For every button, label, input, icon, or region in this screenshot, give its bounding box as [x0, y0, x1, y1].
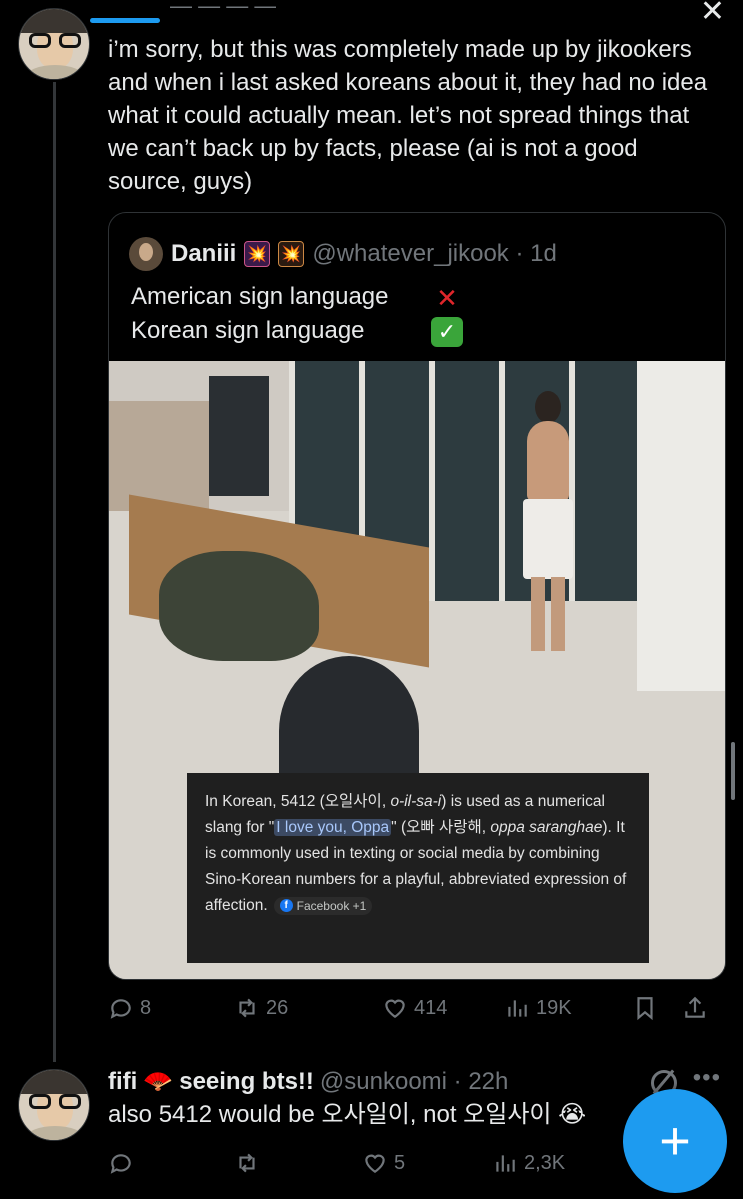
views-button[interactable]: 19K: [504, 995, 632, 1021]
quoted-tweet-card[interactable]: Daniii 💥 💥 @whatever_jikook · 1d America…: [108, 212, 726, 980]
close-icon[interactable]: ✕: [700, 0, 725, 29]
reply-button[interactable]: 8: [108, 995, 234, 1021]
share-button[interactable]: [682, 995, 722, 1021]
quoted-text-line-1: American sign language: [131, 283, 389, 310]
previous-tweet-header-partial: — — — —: [170, 0, 277, 18]
like-button[interactable]: 5: [362, 1150, 492, 1176]
author-name[interactable]: fifi: [108, 1068, 137, 1096]
share-icon: [685, 996, 705, 1018]
cross-mark-icon: ✕: [436, 282, 458, 313]
more-options-icon[interactable]: •••: [693, 1064, 721, 1092]
compose-button[interactable]: +: [623, 1089, 727, 1193]
quoted-text-line-2: Korean sign language: [131, 317, 365, 344]
reply-icon: [110, 1154, 131, 1174]
video-person: [517, 391, 577, 651]
tweet-header: fifi 🪭 seeing bts!! @sunkoomi · 22h: [108, 1067, 508, 1096]
quoted-author-name[interactable]: Daniii: [171, 240, 236, 268]
tweet-text: also 5412 would be 오사일이, not 오일사이 😭: [108, 1101, 587, 1128]
video-player[interactable]: In Korean, 5412 (오일사이, o-il-sa-i) is use…: [109, 361, 725, 979]
reply-icon: [110, 999, 131, 1019]
highlighted-phrase: I love you, Oppa: [274, 819, 392, 836]
author-status[interactable]: seeing bts!!: [179, 1068, 314, 1096]
views-icon: [508, 1000, 527, 1017]
bookmark-button[interactable]: [632, 995, 682, 1021]
thread-line: [53, 82, 56, 1062]
progress-bar: [90, 18, 160, 23]
quoted-handle-time[interactable]: @whatever_jikook · 1d: [312, 240, 556, 268]
views-button[interactable]: 2,3K: [492, 1150, 620, 1176]
heart-icon: [365, 1154, 385, 1173]
repost-button[interactable]: [234, 1150, 362, 1176]
fan-emoji: 🪭: [143, 1068, 174, 1095]
bookmark-icon: [637, 997, 653, 1021]
scrollbar[interactable]: [731, 742, 735, 800]
explosion-emoji: 💥: [278, 241, 305, 267]
avatar[interactable]: [18, 1069, 90, 1141]
repost-icon: [239, 998, 255, 1018]
views-icon: [496, 1155, 515, 1172]
heart-icon: [385, 999, 405, 1018]
source-chip: f Facebook +1: [273, 896, 373, 915]
tweet-actions: 8 26 414 19K: [108, 991, 728, 1025]
like-button[interactable]: 414: [382, 995, 504, 1021]
firework-emoji: 💥: [244, 241, 271, 267]
repost-icon: [239, 1153, 255, 1173]
quoted-avatar[interactable]: [129, 237, 163, 271]
facebook-icon: f: [279, 899, 293, 913]
quoted-tweet-header: Daniii 💥 💥 @whatever_jikook · 1d: [129, 237, 557, 271]
avatar[interactable]: [18, 8, 90, 80]
check-mark-icon: ✓: [431, 317, 463, 347]
handle-time[interactable]: @sunkoomi · 22h: [320, 1068, 508, 1096]
tweet-text: i’m sorry, but this was completely made …: [108, 36, 708, 195]
reply-button[interactable]: [108, 1150, 234, 1176]
ai-overview-caption: In Korean, 5412 (오일사이, o-il-sa-i) is use…: [187, 773, 649, 963]
repost-button[interactable]: 26: [234, 995, 382, 1021]
